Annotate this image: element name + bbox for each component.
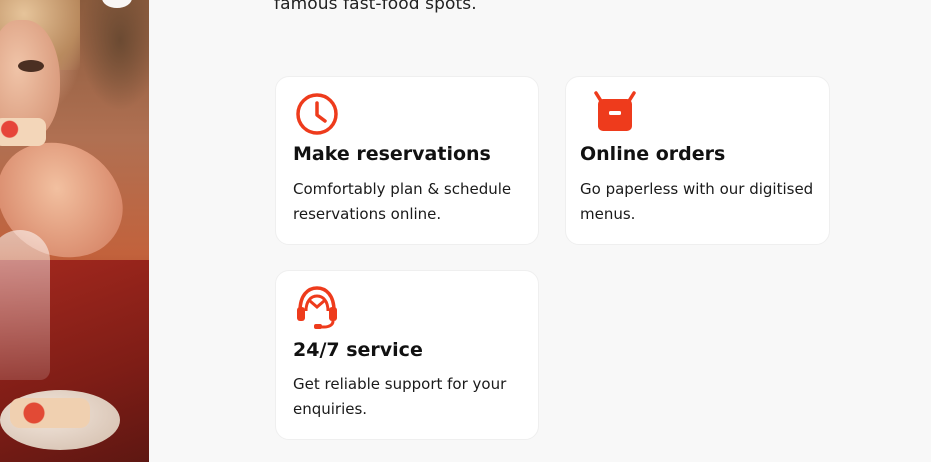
feature-card-service: 24/7 service Get reliable support for yo… xyxy=(275,270,539,440)
photo-pizza xyxy=(0,118,46,146)
clock-icon xyxy=(294,91,340,137)
feature-title: Online orders xyxy=(580,143,726,165)
feature-description: Comfortably plan & schedule reservations… xyxy=(293,180,512,223)
feature-card-reservations: Make reservations Comfortably plan & sch… xyxy=(275,76,539,245)
photo-eye xyxy=(18,60,44,72)
feature-title: Make reservations xyxy=(293,143,491,165)
shopping-bag-icon xyxy=(592,91,638,137)
feature-description: Get reliable support for your enquiries. xyxy=(293,375,507,418)
intro-text: famous fast-food spots. xyxy=(274,0,477,14)
feature-title: 24/7 service xyxy=(293,339,423,361)
feature-description: Go paperless with our digitised menus. xyxy=(580,180,814,223)
hero-photo xyxy=(0,0,149,462)
photo-bokeh xyxy=(102,0,132,8)
feature-card-online-orders: Online orders Go paperless with our digi… xyxy=(565,76,830,245)
headset-support-icon xyxy=(294,285,340,331)
photo-glass xyxy=(0,230,50,380)
photo-plate-food xyxy=(10,398,90,428)
